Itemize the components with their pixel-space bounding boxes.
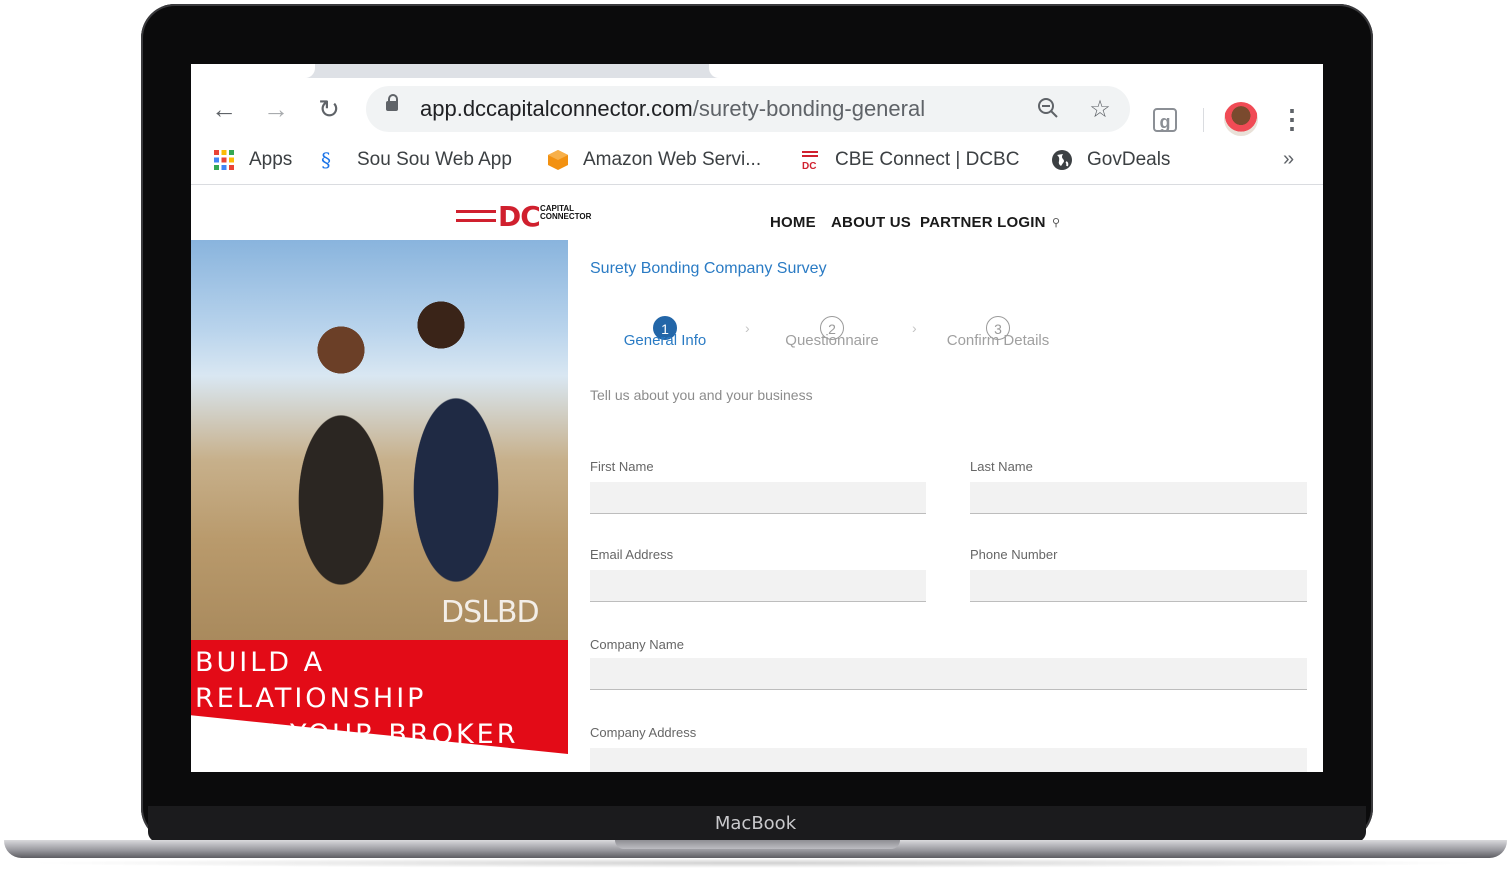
laptop-shadow: [20, 858, 1490, 868]
bookmark-label: Apps: [249, 149, 293, 170]
first-name-field[interactable]: [590, 482, 926, 514]
url-path: /surety-bonding-general: [692, 96, 926, 121]
extension-icon[interactable]: g: [1153, 108, 1177, 132]
phone-label: Phone Number: [970, 547, 1058, 562]
url-text[interactable]: app.dccapitalconnector.com/surety-bondin…: [420, 96, 925, 122]
screen: ← → ↻ app.dccapitalconnector.com/surety-…: [191, 64, 1323, 772]
bookmark-label: Sou Sou Web App: [357, 149, 512, 170]
bookmark-star-icon[interactable]: ☆: [1086, 96, 1114, 124]
browser-tab-active[interactable]: [709, 64, 1323, 78]
logo-stripes: [456, 210, 496, 222]
company-name-label: Company Name: [590, 637, 684, 652]
tab-strip: [191, 64, 1323, 78]
bookmarks-bar: Apps § Sou Sou Web App Amazon Web Servi.…: [191, 136, 1323, 185]
browser-toolbar: ← → ↻ app.dccapitalconnector.com/surety-…: [191, 78, 1323, 136]
bookmark-label: GovDeals: [1087, 149, 1171, 170]
company-name-field[interactable]: [590, 658, 1307, 690]
more-bookmarks-chevron-icon[interactable]: »: [1283, 148, 1294, 171]
email-field[interactable]: [590, 570, 926, 602]
toolbar-separator: [1203, 108, 1204, 132]
step-confirm-details[interactable]: 3 Confirm Details: [938, 316, 1058, 349]
bookmark-aws[interactable]: Amazon Web Servi...: [547, 148, 761, 172]
dcbc-icon: DC: [799, 149, 821, 172]
nav-partner-login[interactable]: PARTNER LOGIN: [920, 214, 1046, 231]
back-arrow-icon[interactable]: ←: [207, 92, 241, 126]
last-name-field[interactable]: [970, 482, 1307, 514]
bookmark-sousou[interactable]: § Sou Sou Web App: [321, 148, 512, 172]
reload-icon[interactable]: ↻: [312, 92, 346, 126]
step-label: General Info: [623, 332, 707, 349]
first-name-label: First Name: [590, 459, 654, 474]
dslbd-watermark: DSLBD: [441, 595, 540, 630]
logo-subtext: CAPITAL CONNECTOR: [540, 204, 592, 221]
bookmark-label: Amazon Web Servi...: [583, 149, 762, 170]
step-label: Questionnaire: [785, 332, 879, 349]
chevron-right-icon: ›: [912, 320, 917, 336]
svg-text:DC: DC: [802, 161, 816, 171]
chevron-right-icon: ›: [745, 320, 750, 336]
bookmark-apps[interactable]: Apps: [213, 148, 292, 172]
groundbreaking-photo: [191, 240, 568, 640]
bookmark-label: CBE Connect | DCBC: [835, 149, 1020, 170]
step-questionnaire[interactable]: 2 Questionnaire: [772, 316, 892, 349]
site-search-icon[interactable]: ⚲: [1052, 216, 1060, 229]
profile-avatar[interactable]: [1224, 102, 1258, 136]
phone-field[interactable]: [970, 570, 1307, 602]
banner-line-2: WITH YOUR BROKER: [195, 719, 519, 750]
globe-icon: [1051, 149, 1073, 171]
forward-arrow-icon[interactable]: →: [259, 92, 293, 126]
device-brand-label: MacBook: [714, 813, 797, 834]
sousou-icon: §: [321, 148, 331, 172]
company-address-field[interactable]: [590, 748, 1307, 772]
step-label: Confirm Details: [946, 332, 1050, 349]
kebab-menu-icon[interactable]: ⋮: [1279, 104, 1305, 134]
banner-line-1: BUILD A RELATIONSHIP: [195, 647, 427, 714]
laptop-notch: [615, 840, 900, 849]
lock-icon: [386, 94, 398, 111]
form-intro: Tell us about you and your business: [590, 387, 813, 403]
last-name-label: Last Name: [970, 459, 1033, 474]
step-general-info[interactable]: 1 General Info: [605, 316, 725, 349]
browser-tab[interactable]: [191, 64, 315, 78]
nav-about-us[interactable]: ABOUT US: [831, 214, 911, 231]
apps-grid-icon: [213, 149, 235, 171]
hero-banner-text: BUILD A RELATIONSHIP WITH YOUR BROKER: [195, 645, 568, 753]
aws-cube-icon: [547, 149, 569, 171]
hero-image: DSLBD BUILD A RELATIONSHIP WITH YOUR BRO…: [191, 240, 568, 754]
form-title: Surety Bonding Company Survey: [590, 260, 827, 277]
email-label: Email Address: [590, 547, 674, 562]
bookmark-cbe-connect[interactable]: DC CBE Connect | DCBC: [799, 148, 1019, 172]
url-host: app.dccapitalconnector.com: [420, 96, 693, 121]
address-bar[interactable]: app.dccapitalconnector.com/surety-bondin…: [366, 86, 1130, 132]
dc-capital-connector-logo[interactable]: DC CAPITAL CONNECTOR: [456, 200, 596, 233]
logo-dc-text: DC: [498, 200, 541, 233]
bookmark-govdeals[interactable]: GovDeals: [1051, 148, 1170, 172]
zoom-out-icon[interactable]: [1034, 96, 1062, 124]
company-address-label: Company Address: [590, 725, 697, 740]
nav-home[interactable]: HOME: [770, 214, 816, 231]
